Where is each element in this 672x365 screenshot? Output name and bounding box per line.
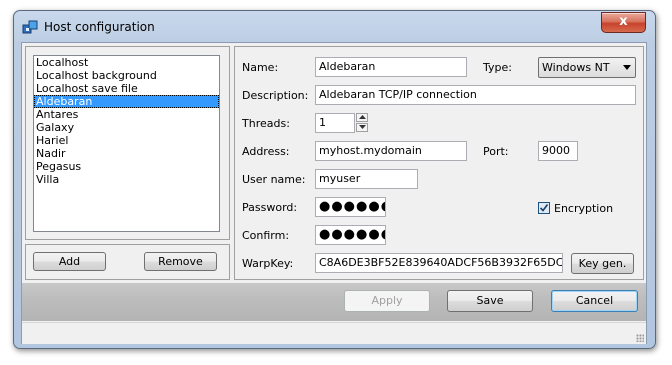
host-list-item[interactable]: Galaxy (34, 121, 219, 134)
type-select[interactable]: Windows NT (538, 57, 636, 78)
remove-button[interactable]: Remove (144, 252, 217, 271)
warpkey-label: WarpKey: (242, 257, 294, 270)
port-field[interactable]: 9000 (538, 141, 578, 161)
host-configuration-window: Host configuration x Localhost Localhost … (13, 10, 656, 349)
address-label: Address: (242, 145, 290, 158)
confirm-label: Confirm: (242, 229, 290, 242)
threads-spin-up[interactable] (356, 113, 368, 122)
name-field[interactable]: Aldebaran (315, 57, 467, 77)
confirm-field[interactable]: ●●●●●● (315, 225, 386, 245)
spin-down-icon (359, 125, 366, 129)
list-buttons-panel: Add Remove (25, 244, 230, 280)
close-button[interactable]: x (601, 12, 646, 33)
encryption-checkbox[interactable] (538, 202, 550, 214)
threads-field[interactable]: 1 (315, 113, 355, 133)
host-list-item[interactable]: Localhost (34, 56, 219, 69)
host-list-item[interactable]: Hariel (34, 134, 219, 147)
address-field[interactable]: myhost.mydomain (315, 141, 467, 161)
apply-button[interactable]: Apply (344, 290, 430, 312)
host-config-icon (22, 19, 38, 35)
warpkey-field[interactable]: C8A6DE3BF52E839640ADCF56B3932F65DCCF1E (315, 253, 563, 273)
key-gen-button[interactable]: Key gen. (571, 253, 634, 274)
close-icon: x (619, 14, 628, 29)
host-list-item[interactable]: Localhost background (34, 69, 219, 82)
status-bar (22, 322, 646, 344)
username-label: User name: (242, 173, 306, 186)
encryption-label: Encryption (554, 202, 614, 215)
host-list-item[interactable]: Aldebaran (34, 95, 219, 108)
checkmark-icon (539, 204, 549, 212)
host-list-item[interactable]: Villa (34, 173, 219, 186)
password-label: Password: (242, 201, 298, 214)
host-list-item[interactable]: Nadir (34, 147, 219, 160)
host-list-item[interactable]: Pegasus (34, 160, 219, 173)
host-details-panel: Name: Aldebaran Type: Windows NT Descrip… (234, 46, 644, 280)
password-field[interactable]: ●●●●●● (315, 197, 386, 217)
name-label: Name: (242, 61, 279, 74)
resize-grip-icon[interactable] (636, 334, 644, 342)
save-button[interactable]: Save (447, 290, 533, 312)
cancel-button[interactable]: Cancel (551, 290, 638, 312)
host-listbox[interactable]: Localhost Localhost background Localhost s… (33, 55, 220, 232)
threads-spin-down[interactable] (356, 123, 368, 132)
host-list-item[interactable]: Antares (34, 108, 219, 121)
type-label: Type: (483, 61, 512, 74)
host-list-item[interactable]: Localhost save file (34, 82, 219, 95)
spin-up-icon (359, 115, 366, 119)
dialog-button-bar: Apply Save Cancel (22, 283, 646, 321)
window-title: Host configuration (44, 20, 155, 34)
dialog-client-area: Localhost Localhost background Localhost s… (21, 42, 647, 344)
username-field[interactable]: myuser (315, 169, 418, 189)
chevron-down-icon (623, 65, 631, 70)
port-label: Port: (483, 145, 509, 158)
description-field[interactable]: Aldebaran TCP/IP connection (315, 85, 636, 105)
type-select-value: Windows NT (542, 61, 610, 74)
description-label: Description: (242, 89, 309, 102)
host-list-panel: Localhost Localhost background Localhost s… (25, 46, 230, 240)
threads-label: Threads: (242, 117, 290, 130)
title-bar[interactable]: Host configuration x (14, 11, 655, 41)
add-button[interactable]: Add (33, 252, 106, 271)
